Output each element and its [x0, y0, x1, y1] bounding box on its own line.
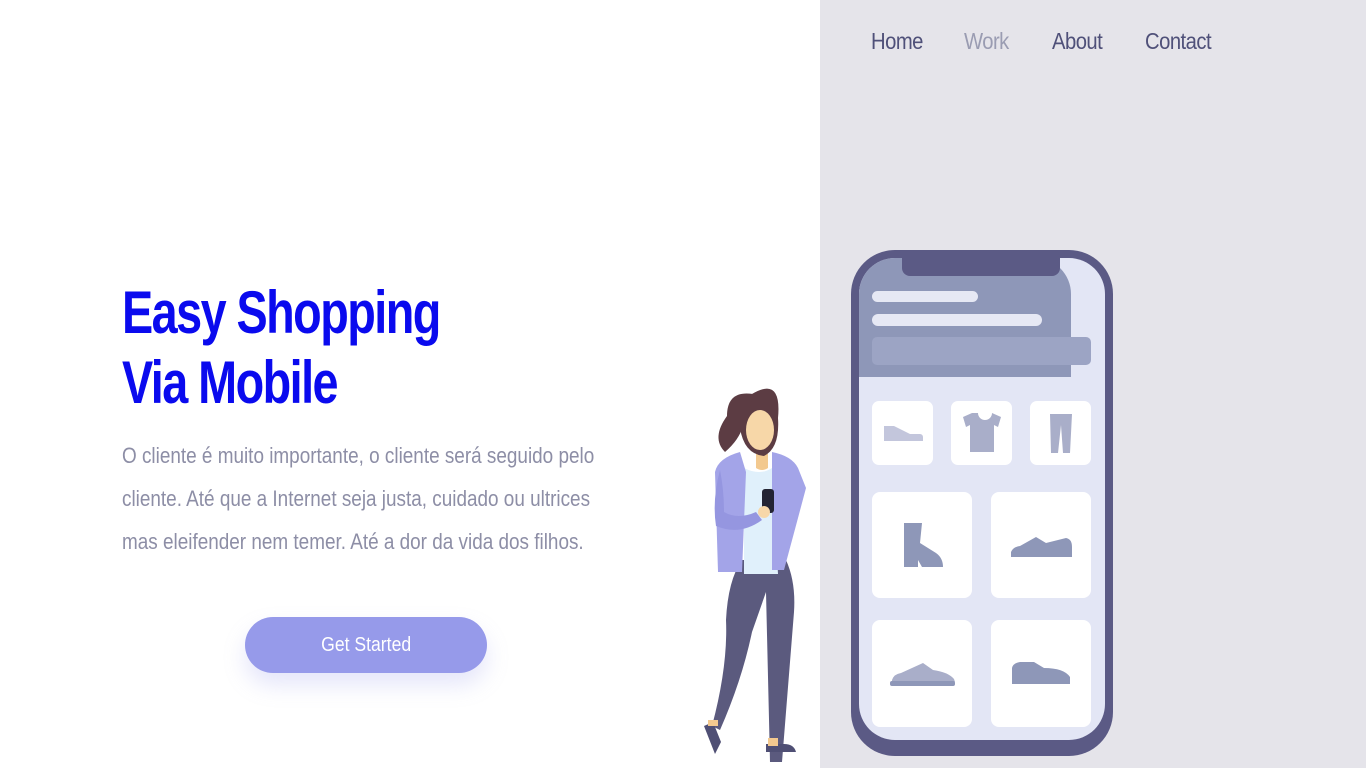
nav-work[interactable]: Work — [964, 24, 1009, 58]
get-started-label: Get Started — [320, 633, 412, 656]
nav-about[interactable]: About — [1052, 24, 1103, 58]
shopping-illustration — [704, 250, 1113, 762]
get-started-button[interactable]: Get Started — [245, 617, 487, 673]
nav-home[interactable]: Home — [871, 24, 923, 58]
hero-title-line-2: Via Mobile — [122, 349, 339, 416]
nav-contact[interactable]: Contact — [1145, 24, 1212, 58]
hero-title-line-1: Easy Shopping — [122, 279, 441, 346]
hero-description: O cliente é muito importante, o cliente … — [122, 443, 595, 554]
woman-illustration — [704, 388, 806, 762]
phone-illustration — [851, 250, 1113, 756]
hero-title: Easy Shopping Via Mobile — [122, 278, 441, 418]
